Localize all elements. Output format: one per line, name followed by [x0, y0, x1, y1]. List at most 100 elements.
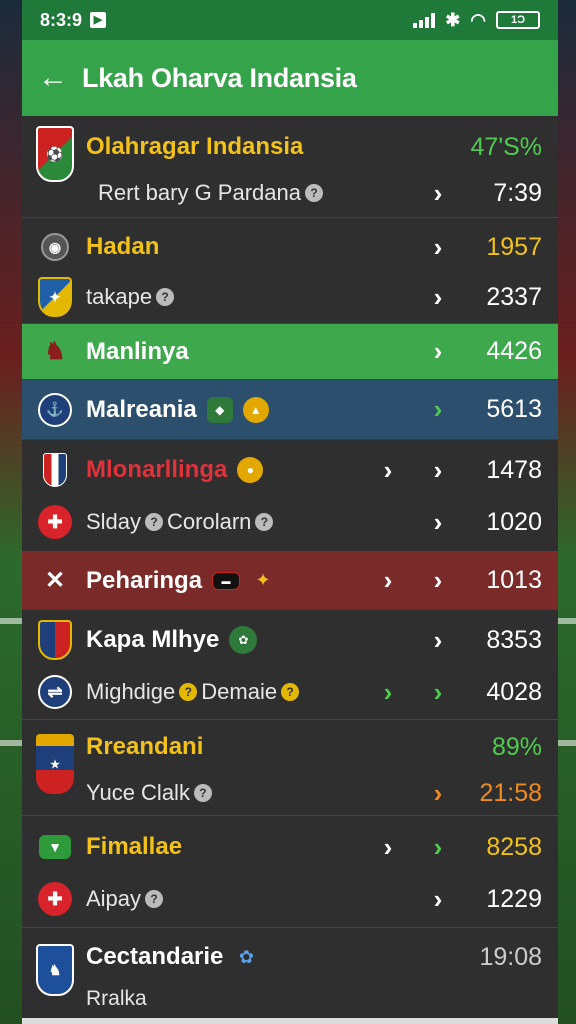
- list-item-highlighted[interactable]: ♞ Manlinya › 4426: [22, 324, 558, 380]
- help-icon[interactable]: ?: [145, 890, 164, 908]
- list-row[interactable]: Mlonarllinga ● › › 1478: [22, 444, 558, 496]
- signal-icon: [413, 12, 436, 28]
- list-row[interactable]: ✦ takape ? › 2337: [22, 272, 558, 322]
- team-crest-icon: ✦: [36, 277, 74, 317]
- chevron-right-icon[interactable]: ›: [424, 832, 452, 863]
- team-crest-icon: [36, 620, 74, 660]
- team-badge-icon: ✿: [238, 946, 254, 967]
- chevron-right-icon[interactable]: ›: [424, 778, 452, 809]
- help-icon[interactable]: ?: [145, 513, 164, 531]
- list-row[interactable]: ✚ Slday ? Corolarn ? › 1020: [22, 496, 558, 548]
- team-name: Malreania: [86, 395, 197, 423]
- team-crest-icon: ⚓: [36, 391, 74, 429]
- team-crest-icon: ✚: [36, 880, 74, 918]
- battery-icon: 1Ɔ: [496, 11, 540, 29]
- list-row[interactable]: ⚽ Olahragar Indansia 47'S%: [22, 122, 558, 182]
- chevron-right-icon[interactable]: ›: [424, 394, 452, 425]
- team-name: Peharinga: [86, 566, 203, 594]
- wifi-icon: ◠: [470, 9, 486, 30]
- team-badge-icon: ●: [237, 457, 264, 483]
- team-subtitle: takape: [86, 284, 153, 309]
- help-icon[interactable]: ?: [193, 784, 212, 802]
- back-arrow-icon[interactable]: ←: [38, 61, 82, 95]
- list-item[interactable]: ⚽ Olahragar Indansia 47'S% Rert bary G P…: [22, 116, 558, 218]
- list-item[interactable]: ▼ Fimallae › › 8258 ✚ Aipay ? › 1229: [22, 816, 558, 928]
- team-value: 4426: [486, 337, 542, 365]
- team-crest-icon: ♞: [44, 338, 66, 365]
- team-subtitle: Rert bary G Pardana: [98, 180, 301, 205]
- team-subvalue: 1020: [486, 507, 542, 536]
- team-name: Manlinya: [86, 337, 189, 365]
- list-row[interactable]: ▼ Fimallae › › 8258: [22, 820, 558, 874]
- chevron-right-icon[interactable]: ›: [424, 336, 452, 367]
- team-subvalue: 1229: [486, 884, 542, 913]
- list-row[interactable]: ★ Rreandani 89%: [22, 724, 558, 794]
- notification-icon: ▶: [90, 12, 107, 28]
- chevron-right-icon[interactable]: ›: [424, 507, 452, 538]
- team-crest-icon: ◉: [36, 228, 74, 266]
- help-icon[interactable]: ?: [156, 288, 175, 306]
- team-badge-icon: ▲: [242, 396, 269, 423]
- team-name: Mlonarllinga: [86, 456, 228, 483]
- chevron-right-icon[interactable]: ›: [424, 282, 452, 313]
- list-row[interactable]: Rert bary G Pardana ? › 7:39: [22, 172, 558, 214]
- list-item[interactable]: ★ Rreandani 89% Yuce Clalk ? › 21:58: [22, 720, 558, 816]
- list-item[interactable]: Kapa Mlhye ✿ › 8353 ⇌ Mighdige ? Demaie …: [22, 610, 558, 720]
- team-value: 89%: [491, 732, 542, 761]
- bluetooth-icon: ✱: [445, 9, 461, 30]
- team-crest-icon: ✚: [36, 503, 74, 541]
- list-row[interactable]: ♞ Cectandarie ✿ 19:08: [22, 932, 558, 996]
- chevron-right-icon[interactable]: ›: [374, 455, 402, 486]
- list-item[interactable]: Mlonarllinga ● › › 1478 ✚ Slday ? Corola…: [22, 440, 558, 552]
- team-name: Kapa Mlhye: [86, 626, 220, 653]
- list-item[interactable]: ♞ Cectandarie ✿ 19:08 Rralka: [22, 928, 558, 1018]
- stadium-backdrop-left: [0, 0, 22, 1024]
- help-icon[interactable]: ?: [304, 184, 323, 202]
- team-subvalue: 7:39: [493, 178, 542, 207]
- team-name: Cectandarie: [86, 943, 224, 970]
- team-name: Olahragar Indansia: [86, 133, 304, 160]
- team-subtitle: Rralka: [86, 987, 147, 1010]
- list-item-highlighted[interactable]: ⚓ Malreania ◆ ▲ › 5613: [22, 380, 558, 440]
- list-row[interactable]: Rralka: [22, 982, 558, 1016]
- help-icon[interactable]: ?: [281, 683, 300, 701]
- page-title: Lkah Oharva Indansia: [82, 62, 357, 93]
- list-row[interactable]: Kapa Mlhye ✿ › 8353: [22, 614, 558, 666]
- chevron-right-icon[interactable]: ›: [424, 232, 452, 263]
- chevron-right-icon[interactable]: ›: [424, 884, 452, 915]
- status-bar: 8:3:9 ▶ ✱ ◠ 1Ɔ: [22, 0, 558, 40]
- team-subvalue: 4028: [486, 677, 542, 706]
- team-value: 8353: [486, 625, 542, 654]
- team-subvalue: 21:58: [479, 778, 542, 807]
- chevron-right-icon[interactable]: ›: [374, 832, 402, 863]
- list-item-highlighted[interactable]: ✕ Peharinga ▬ ✦ › › 1013: [22, 552, 558, 610]
- team-crest-icon: ▼: [36, 828, 74, 866]
- home-indicator: [22, 1018, 558, 1024]
- team-value: 8258: [486, 832, 542, 861]
- team-subtitle: Mighdige: [86, 679, 176, 704]
- team-crest-icon: [36, 451, 74, 489]
- chevron-right-icon[interactable]: ›: [424, 455, 452, 486]
- list-item[interactable]: ◉ Hadan › 1957 ✦ takape ? › 2337: [22, 218, 558, 324]
- list-row[interactable]: ⇌ Mighdige ? Demaie ? › › 4028: [22, 666, 558, 718]
- team-value: 5613: [486, 395, 542, 423]
- team-crest-icon: ✕: [44, 567, 66, 594]
- chevron-right-icon[interactable]: ›: [424, 178, 452, 209]
- list-row[interactable]: ◉ Hadan › 1957: [22, 222, 558, 272]
- team-subtitle-secondary: Demaie: [201, 679, 278, 704]
- team-crest-spacer: [36, 774, 74, 812]
- team-name: Fimallae: [86, 833, 183, 860]
- team-badge-icon: ✦: [255, 570, 271, 590]
- list-row[interactable]: Yuce Clalk ? › 21:58: [22, 770, 558, 816]
- team-value: 1013: [486, 566, 542, 594]
- help-icon[interactable]: ?: [255, 513, 274, 531]
- list-row[interactable]: ✚ Aipay ? › 1229: [22, 874, 558, 924]
- status-icons: ✱ ◠ 1Ɔ: [413, 10, 540, 31]
- phone-screen: 8:3:9 ▶ ✱ ◠ 1Ɔ ← Lkah Oharva Indansia ⚽ …: [22, 0, 558, 1024]
- chevron-right-icon[interactable]: ›: [374, 677, 402, 708]
- chevron-right-icon[interactable]: ›: [424, 565, 452, 596]
- chevron-right-icon[interactable]: ›: [424, 625, 452, 656]
- help-icon[interactable]: ?: [179, 683, 198, 701]
- chevron-right-icon[interactable]: ›: [374, 565, 402, 596]
- chevron-right-icon[interactable]: ›: [424, 677, 452, 708]
